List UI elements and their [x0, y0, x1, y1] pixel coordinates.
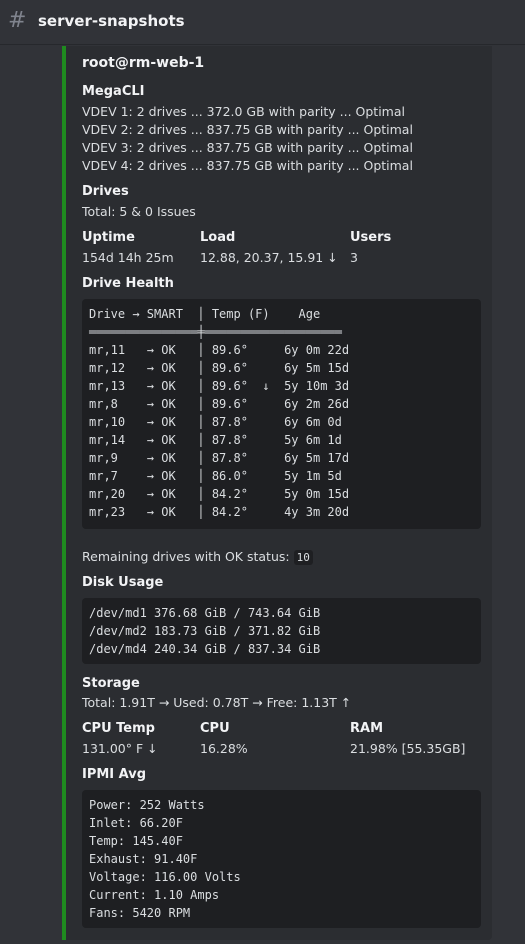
ipmi-codeblock: Power: 252 Watts Inlet: 66.20F Temp: 145…: [82, 790, 481, 928]
ipmi-line: Current: 1.10 Amps: [89, 888, 220, 902]
field-value-cpu: 16.28%: [200, 741, 248, 756]
embed-card: root@rm-web-1 MegaCLI VDEV 1: 2 drives .…: [62, 46, 492, 940]
field-value-storage: Total: 1.91T → Used: 0.78T → Free: 1.13T…: [82, 695, 352, 710]
drive-health-row: mr,9 → OK │ 87.8° 6y 5m 17d: [89, 451, 350, 465]
ipmi-line: Voltage: 116.00 Volts: [89, 870, 241, 884]
remaining-drives-count: 10: [293, 550, 313, 565]
field-name-cpu: CPU: [200, 721, 230, 736]
ipmi-line: Temp: 145.40F: [89, 834, 183, 848]
disk-usage-line: /dev/md1 376.68 GiB / 743.64 GiB: [89, 606, 321, 620]
drive-health-row: mr,23 → OK │ 84.2° 4y 3m 20d: [89, 505, 350, 519]
field-name-drives: Drives: [82, 184, 129, 199]
drive-health-codeblock: Drive → SMART │ Temp (F) Age ═══════════…: [82, 299, 481, 529]
field-name-megacli: MegaCLI: [82, 84, 145, 99]
field-value-uptime: 154d 14h 25m: [82, 250, 174, 265]
channel-name[interactable]: server-snapshots: [38, 12, 185, 30]
field-name-ipmi: IPMI Avg: [82, 767, 147, 782]
field-value-drives: Total: 5 & 0 Issues: [82, 204, 196, 219]
drive-health-row: mr,7 → OK │ 86.0° 5y 1m 5d: [89, 469, 342, 483]
field-value-users: 3: [350, 250, 358, 265]
megacli-line: VDEV 3: 2 drives ... 837.75 GB with pari…: [82, 140, 413, 155]
ipmi-line: Exhaust: 91.40F: [89, 852, 198, 866]
field-value-ram: 21.98% [55.35GB]: [350, 741, 466, 756]
field-name-storage: Storage: [82, 676, 140, 691]
disk-usage-line: /dev/md4 240.34 GiB / 837.34 GiB: [89, 642, 321, 656]
drive-health-row: mr,20 → OK │ 84.2° 5y 0m 15d: [89, 487, 350, 501]
drive-health-row: mr,12 → OK │ 89.6° 6y 5m 15d: [89, 361, 350, 375]
remaining-drives-text: Remaining drives with OK status:: [82, 549, 290, 564]
remaining-drives-line: Remaining drives with OK status: 10: [82, 548, 313, 567]
drive-health-row: mr,14 → OK │ 87.8° 5y 6m 1d: [89, 433, 342, 447]
drive-health-row: mr,10 → OK │ 87.8° 6y 6m 0d: [89, 415, 342, 429]
field-name-disk-usage: Disk Usage: [82, 575, 164, 590]
field-name-drive-health: Drive Health: [82, 276, 174, 291]
megacli-line: VDEV 1: 2 drives ... 372.0 GB with parit…: [82, 104, 405, 119]
field-name-users: Users: [350, 230, 392, 245]
channel-header: # server-snapshots: [0, 0, 525, 45]
field-name-uptime: Uptime: [82, 230, 135, 245]
drive-health-row: mr,11 → OK │ 89.6° 6y 0m 22d: [89, 343, 350, 357]
megacli-line: VDEV 4: 2 drives ... 837.75 GB with pari…: [82, 158, 413, 173]
hashtag-icon: #: [8, 8, 27, 33]
field-value-megacli: VDEV 1: 2 drives ... 372.0 GB with parit…: [82, 103, 413, 175]
field-name-load: Load: [200, 230, 236, 245]
embed-author: root@rm-web-1: [82, 55, 205, 71]
ipmi-line: Fans: 5420 RPM: [89, 906, 191, 920]
ipmi-line: Inlet: 66.20F: [89, 816, 183, 830]
field-name-cpu-temp: CPU Temp: [82, 721, 155, 736]
field-value-cpu-temp: 131.00° F ↓: [82, 741, 158, 756]
field-name-ram: RAM: [350, 721, 384, 736]
drive-health-row: mr,8 → OK │ 89.6° 6y 2m 26d: [89, 397, 350, 411]
disk-usage-codeblock: /dev/md1 376.68 GiB / 743.64 GiB /dev/md…: [82, 598, 481, 664]
drive-health-row: mr,13 → OK │ 89.6° ↓ 5y 10m 3d: [89, 379, 350, 393]
megacli-line: VDEV 2: 2 drives ... 837.75 GB with pari…: [82, 122, 413, 137]
drive-health-header: Drive → SMART │ Temp (F) Age: [89, 307, 321, 321]
ipmi-line: Power: 252 Watts: [89, 798, 205, 812]
disk-usage-line: /dev/md2 183.73 GiB / 371.82 GiB: [89, 624, 321, 638]
field-value-load: 12.88, 20.37, 15.91 ↓: [200, 250, 338, 265]
drive-health-separator: ═══════════════╪═══════════════════: [89, 325, 342, 339]
